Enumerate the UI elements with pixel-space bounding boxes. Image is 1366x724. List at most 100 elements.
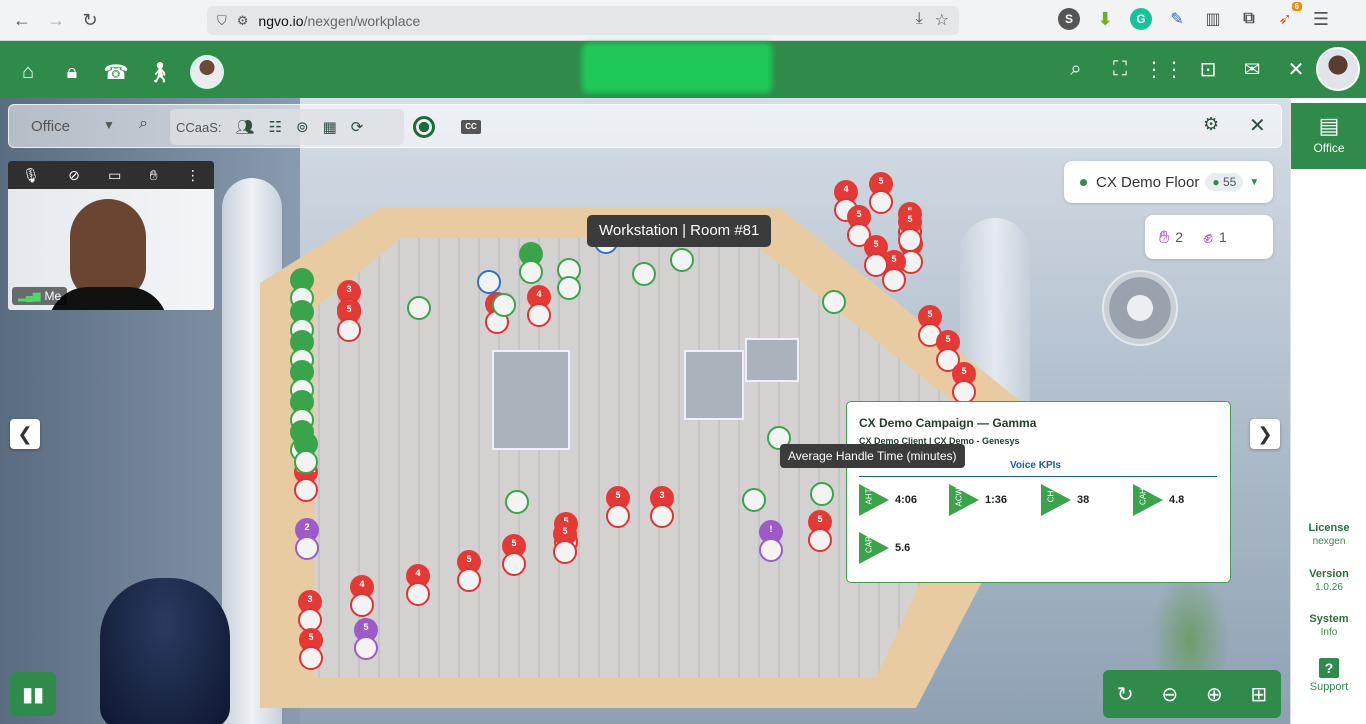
help-hand-icon[interactable]: ✊︎ bbox=[1203, 227, 1213, 248]
agent-pin[interactable]: 5 bbox=[349, 613, 383, 660]
grid-view-icon[interactable]: ⊞ bbox=[1250, 682, 1267, 707]
address-bar[interactable]: ⛉ ⚙ ngvo.io/nexgen/workplace ⤓ ☆ bbox=[207, 6, 959, 35]
agent-pin-available[interactable] bbox=[503, 472, 531, 514]
agent-pin[interactable]: 4 bbox=[401, 559, 435, 606]
table-list-icon[interactable]: ☷ bbox=[269, 118, 282, 136]
tab-voice-kpis[interactable]: Voice KPIs bbox=[1010, 460, 1061, 471]
bar-chart-icon[interactable]: ▦ bbox=[323, 118, 337, 136]
mic-off-icon[interactable]: 🎙︎ bbox=[22, 167, 40, 184]
walking-person-icon[interactable]: 🚶︎ bbox=[146, 58, 174, 86]
agent-pin[interactable]: 5 bbox=[893, 205, 927, 252]
prev-arrow-button[interactable]: ❮ bbox=[10, 419, 40, 449]
phone-hangup-icon[interactable]: ☎ bbox=[102, 58, 130, 86]
agent-pin[interactable]: 5 bbox=[601, 481, 635, 528]
agent-pin-available[interactable] bbox=[630, 244, 658, 286]
user-avatar[interactable] bbox=[190, 55, 224, 89]
meeting-room[interactable] bbox=[684, 350, 744, 420]
extension-s-icon[interactable]: S bbox=[1058, 8, 1080, 30]
raised-hand-icon[interactable]: ✋︎ bbox=[1159, 227, 1169, 248]
extension-bars-icon[interactable]: ▥ bbox=[1202, 8, 1224, 30]
meeting-room[interactable] bbox=[745, 338, 799, 382]
agent-pin-available[interactable] bbox=[820, 272, 848, 314]
agent-pin[interactable]: 5 bbox=[497, 529, 531, 576]
forward-arrow-icon[interactable]: → bbox=[44, 8, 68, 32]
lock-icon[interactable]: 🔒︎ bbox=[58, 58, 86, 86]
extension-badge: 6 bbox=[1291, 2, 1302, 11]
zoom-out-icon[interactable]: ⊖ bbox=[1161, 682, 1178, 707]
panel-toggle-button[interactable]: ▮▮ bbox=[10, 672, 56, 716]
apps-grid-icon[interactable]: ⋮⋮ bbox=[1144, 55, 1184, 83]
reload-icon[interactable]: ↻ bbox=[78, 8, 102, 32]
chevron-down-icon[interactable]: ▼ bbox=[1249, 177, 1259, 188]
agent-pin-available[interactable] bbox=[808, 464, 836, 506]
kpi-ch[interactable]: CH 38 bbox=[1041, 484, 1089, 516]
extension-paint-icon[interactable]: ✎ bbox=[1166, 8, 1188, 30]
site-settings-icon[interactable]: ⚙ bbox=[237, 13, 249, 29]
captions-icon[interactable]: CC bbox=[461, 120, 481, 134]
kpi-cah[interactable]: CAH 4.8 bbox=[1133, 484, 1184, 516]
raise-hand-icon[interactable]: ✋︎ bbox=[150, 167, 158, 184]
agent-pin[interactable]: 3 bbox=[645, 481, 679, 528]
agent-pin[interactable]: 5 bbox=[332, 295, 366, 342]
agent-pin[interactable]: ! bbox=[754, 515, 788, 562]
bookmark-star-icon[interactable]: ☆ bbox=[935, 10, 949, 30]
record-icon[interactable] bbox=[413, 116, 435, 138]
robot-icon[interactable]: ⊡ bbox=[1194, 55, 1222, 83]
chat-icon[interactable]: ✉ bbox=[1238, 55, 1266, 83]
search-icon[interactable]: ⌕ bbox=[1062, 55, 1090, 83]
kpi-value: 4.8 bbox=[1169, 494, 1185, 506]
agent-pin[interactable]: 2 bbox=[290, 513, 324, 560]
close-icon[interactable]: ✕ bbox=[1249, 113, 1266, 138]
agent-pin[interactable]: 4 bbox=[345, 570, 379, 617]
map-icon[interactable]: ⛶ bbox=[1106, 55, 1134, 83]
system-info[interactable]: System Info bbox=[1291, 613, 1366, 638]
download-page-icon[interactable]: ⤓ bbox=[916, 10, 923, 30]
agent-pin-available[interactable] bbox=[514, 237, 548, 284]
home-icon[interactable]: ⌂ bbox=[14, 58, 42, 86]
agent-pin[interactable]: 4 bbox=[522, 280, 556, 327]
floor-selector[interactable]: CX Demo Floor ● 55 ▼ bbox=[1064, 161, 1273, 203]
agent-pin[interactable]: 5 bbox=[294, 623, 328, 670]
kpi-car[interactable]: CAR 5.6 bbox=[859, 532, 910, 564]
more-vertical-icon[interactable]: ⋮ bbox=[186, 167, 200, 184]
agent-pin[interactable]: 5 bbox=[548, 517, 582, 564]
tools-icon[interactable]: ✕ bbox=[1282, 55, 1310, 83]
kpi-acwt[interactable]: ACWT 1:36 bbox=[949, 483, 1007, 516]
chevron-down-icon[interactable]: ▼ bbox=[103, 118, 115, 132]
meeting-room[interactable] bbox=[492, 350, 570, 450]
support-button[interactable]: ? Support bbox=[1291, 658, 1366, 693]
agent-pin[interactable]: 5 bbox=[452, 545, 486, 592]
gear-icon[interactable]: ⚙ bbox=[1203, 114, 1219, 135]
next-arrow-button[interactable]: ❯ bbox=[1250, 419, 1280, 449]
agent-pin[interactable]: 5 bbox=[803, 505, 837, 552]
agent-pin-available[interactable] bbox=[740, 470, 768, 512]
sidebar-item-office[interactable]: ▤ Office bbox=[1291, 103, 1366, 169]
agent-avatar bbox=[527, 303, 551, 327]
extension-download-icon[interactable]: ⬇ bbox=[1094, 8, 1116, 30]
reset-view-icon[interactable]: ↻ bbox=[1117, 682, 1134, 707]
agent-pin[interactable]: 5 bbox=[947, 357, 981, 404]
agent-pin[interactable]: 5 bbox=[859, 230, 893, 277]
zoom-in-icon[interactable]: ⊕ bbox=[1206, 682, 1223, 707]
extension-rocket-icon[interactable]: ➶ 6 bbox=[1274, 2, 1302, 30]
agent-avatar bbox=[553, 540, 577, 564]
back-arrow-icon[interactable]: ← bbox=[10, 8, 34, 32]
agent-pin-available[interactable] bbox=[289, 427, 323, 474]
right-sidebar: ▤ Office License nexgen Version 1.0.26 S… bbox=[1290, 98, 1366, 724]
search-icon[interactable]: ⌕ bbox=[139, 115, 148, 133]
agents-group-icon[interactable]: 👥︎ bbox=[236, 118, 255, 136]
agent-pin-available[interactable] bbox=[490, 275, 518, 317]
camera-off-icon[interactable]: ⊘ bbox=[68, 167, 80, 184]
office-select[interactable]: Office bbox=[31, 118, 70, 135]
extensions-puzzle-icon[interactable]: ⧉ bbox=[1238, 8, 1260, 30]
queue-settings-icon[interactable]: ⊚ bbox=[296, 118, 309, 136]
refresh-icon[interactable]: ⟳ bbox=[351, 118, 364, 136]
agent-pin-available[interactable] bbox=[405, 278, 433, 320]
browser-menu-icon[interactable]: ☰ bbox=[1310, 8, 1332, 30]
grammarly-icon[interactable]: G bbox=[1130, 8, 1152, 30]
agent-pin-available[interactable] bbox=[555, 258, 583, 300]
profile-avatar[interactable] bbox=[1316, 47, 1360, 91]
kpi-aht[interactable]: AHT 4:06 bbox=[859, 484, 917, 516]
screen-share-icon[interactable]: ▭ bbox=[108, 167, 121, 184]
agent-pin[interactable]: 3 bbox=[293, 585, 327, 632]
